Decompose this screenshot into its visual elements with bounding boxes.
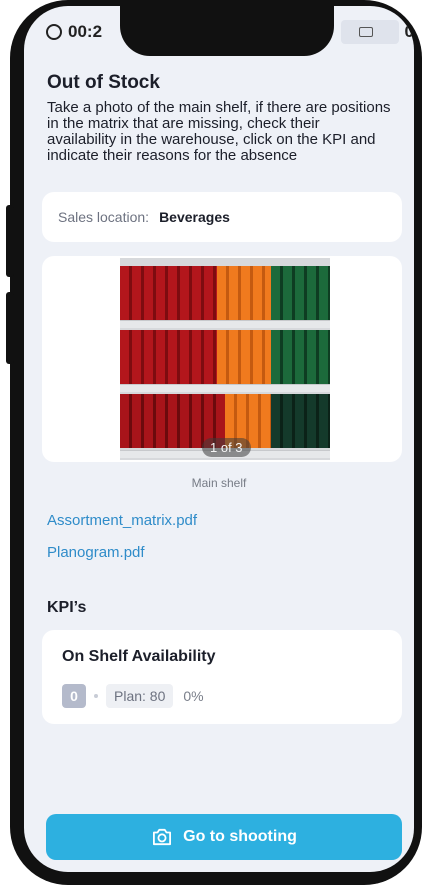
- status-right-text: 0: [404, 22, 414, 41]
- kpi-count-badge: 0: [62, 684, 86, 708]
- kpi-percent: 0%: [183, 688, 204, 704]
- shelf-row-top: [120, 266, 330, 320]
- sales-location-card: Sales location: Beverages: [42, 192, 402, 242]
- kpi-card-on-shelf-availability[interactable]: On Shelf Availability 0 Plan: 80 0%: [42, 630, 402, 724]
- kpi-values: 0 Plan: 80 0%: [62, 684, 204, 708]
- photo-carousel[interactable]: 1 of 3: [42, 256, 402, 462]
- status-tile: [340, 20, 399, 44]
- status-time: 00:2: [46, 22, 102, 42]
- shelf-edge: [120, 320, 330, 328]
- shelf-row-middle: [120, 330, 330, 384]
- go-to-shooting-button[interactable]: Go to shooting: [46, 814, 402, 860]
- status-time-text: 00:2: [68, 22, 103, 41]
- task-title: Out of Stock: [47, 72, 160, 93]
- photo-counter: 1 of 3: [202, 438, 251, 457]
- task-description: Take a photo of the main shelf, if there…: [47, 99, 391, 164]
- kpi-separator-dot: [94, 694, 98, 698]
- shelf-edge: [120, 384, 330, 392]
- shelf-photo[interactable]: 1 of 3: [120, 258, 330, 460]
- side-button-volume-up: [6, 205, 14, 277]
- sales-location-value: Beverages: [159, 209, 230, 225]
- go-to-shooting-label: Go to shooting: [183, 828, 297, 845]
- camera-notch: [120, 6, 334, 56]
- camera-icon: [153, 828, 172, 846]
- kpi-title: On Shelf Availability: [62, 648, 216, 665]
- kpi-plan-badge: Plan: 80: [106, 684, 174, 708]
- kpi-heading: KPI’s: [47, 599, 87, 616]
- photo-caption: Main shelf: [191, 476, 247, 490]
- planogram-link[interactable]: Planogram.pdf: [47, 544, 145, 561]
- sales-location-label: Sales location:: [58, 209, 150, 225]
- screen: 00:2 0 Out of Stock Take a photo of the …: [24, 6, 414, 872]
- status-right: 0: [340, 20, 414, 44]
- assortment-matrix-link[interactable]: Assortment_matrix.pdf: [47, 512, 197, 529]
- clock-icon: [46, 24, 62, 40]
- battery-icon: [358, 27, 373, 37]
- side-button-volume-down: [6, 292, 14, 364]
